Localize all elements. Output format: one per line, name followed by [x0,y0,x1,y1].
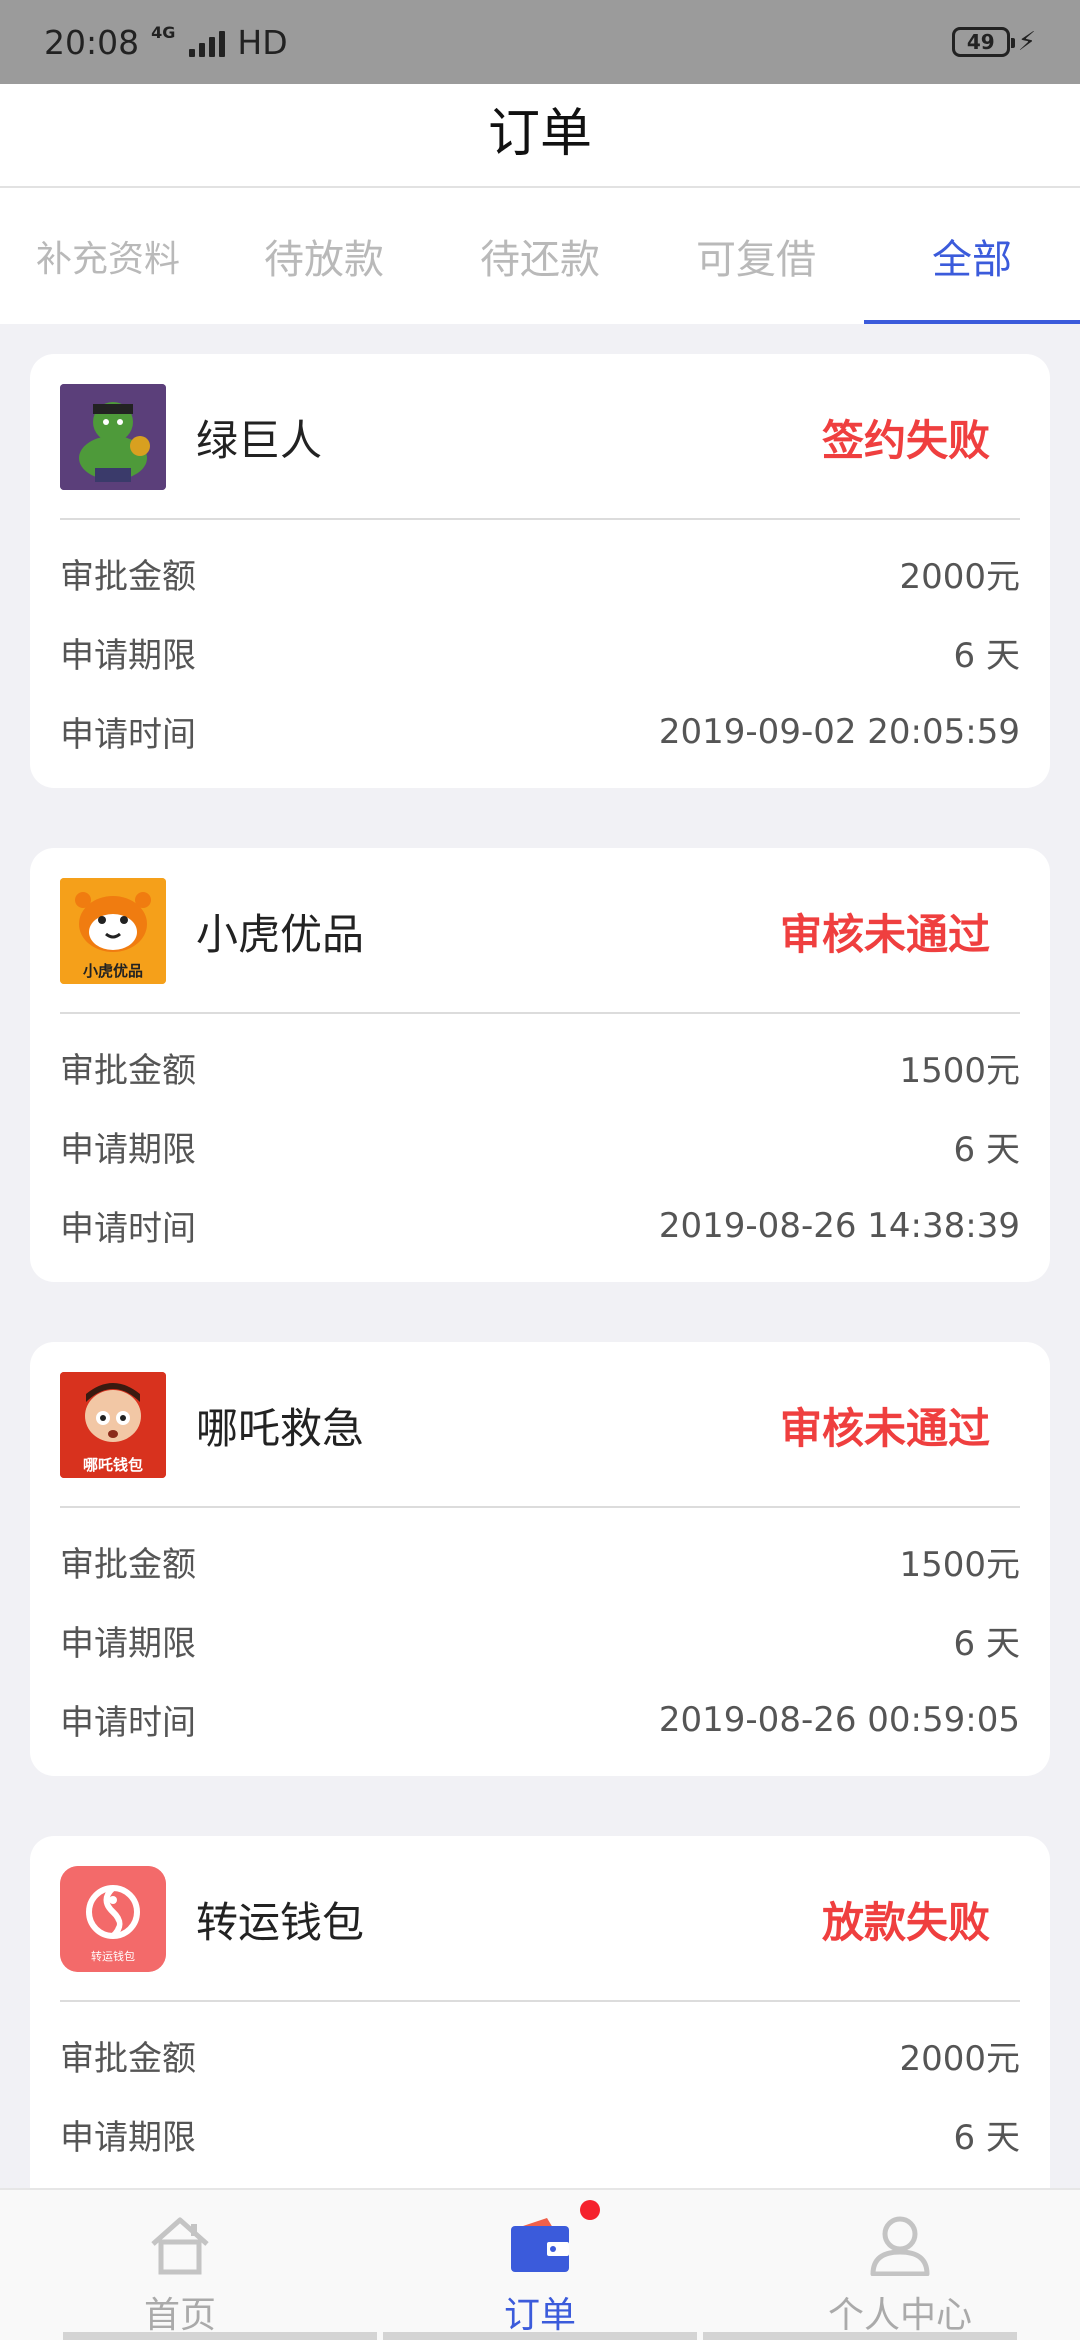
order-status: 签约失败 [821,415,990,465]
tab-reborrow[interactable]: 可复借 [648,188,864,324]
tab-pending-loan[interactable]: 待放款 [216,188,432,324]
nav-label: 订单 [503,2295,576,2336]
time-row: 申请时间 2019-08-26 00:59:05 [60,1680,1020,1759]
row-label: 申请期限 [60,2118,196,2158]
order-status: 审核未通过 [779,1403,990,1453]
amount-row: 审批金额 1500元 [60,1522,1020,1601]
nav-orders[interactable]: 订单 [360,2190,720,2340]
term-row: 申请期限 6 天 [60,613,1020,692]
wallet-icon [507,2210,573,2280]
product-name: 小虎优品 [196,909,365,959]
battery-level: 49 [966,30,995,54]
row-value: 2019-08-26 14:38:39 [658,1205,1020,1246]
amount-row: 审批金额 2000元 [60,534,1020,613]
logo-lettering: 转运钱包 [91,1949,135,1963]
amount-row: 审批金额 2000元 [60,2016,1020,2095]
term-row: 申请期限 6 天 [60,1601,1020,1680]
tab-all[interactable]: 全部 [864,188,1080,324]
order-tabs: 补充资料 待放款 待还款 可复借 全部 [0,188,1080,324]
order-card[interactable]: 绿巨人 签约失败 审批金额 2000元 申请期限 6 天 申请时间 2019-09-0… [30,354,1050,788]
row-label: 申请时间 [60,1703,196,1743]
lucky-wallet-logo-icon: 转运钱包 [60,1866,166,1972]
order-card[interactable]: 哪吒钱包 哪吒救急 审核未通过 审批金额 1500元 申请期限 6 天 申请时间 20… [30,1342,1050,1776]
bottom-nav: 首页 订单 个人中心 [0,2188,1080,2340]
row-value: 1500元 [899,1051,1020,1091]
row-label: 申请期限 [60,1130,196,1170]
row-value: 2000元 [899,2039,1020,2079]
order-status: 审核未通过 [779,909,990,959]
row-label: 申请时间 [60,1209,196,1249]
page-title: 订单 [487,103,592,164]
amount-row: 审批金额 1500元 [60,1028,1020,1107]
logo-lettering: 小虎优品 [83,962,143,980]
row-value: 2000元 [899,557,1020,597]
tiger-logo-icon: 小虎优品 [60,878,166,984]
term-row: 申请期限 6 天 [60,2095,1020,2174]
product-name: 哪吒救急 [196,1403,365,1453]
row-value: 6 天 [953,2118,1020,2158]
row-label: 审批金额 [60,1545,196,1585]
battery-icon: 49 [951,27,1015,57]
nezha-logo-icon: 哪吒钱包 [60,1372,166,1478]
order-card[interactable]: 小虎优品 小虎优品 审核未通过 审批金额 1500元 申请期限 6 天 申请时间 20… [30,848,1050,1282]
notification-dot [580,2200,600,2220]
row-label: 申请期限 [60,1624,196,1664]
order-card-header: 哪吒钱包 哪吒救急 审核未通过 [30,1342,1050,1508]
row-label: 审批金额 [60,1051,196,1091]
network-type: 4G [151,22,176,42]
row-value: 1500元 [899,1545,1020,1585]
nav-label: 首页 [143,2295,216,2336]
row-label: 申请时间 [60,715,196,755]
row-value: 2019-09-02 20:05:59 [658,711,1020,752]
row-label: 申请期限 [60,636,196,676]
tab-supplement[interactable]: 补充资料 [0,188,216,324]
nav-label: 个人中心 [827,2295,972,2336]
order-card-header: 绿巨人 签约失败 [30,354,1050,520]
logo-lettering: 哪吒钱包 [83,1456,143,1474]
time-row: 申请时间 2019-08-26 14:38:39 [60,1186,1020,1265]
status-bar: 20:08 4G HD 49 ⚡ [0,0,1080,84]
order-card[interactable]: 转运钱包 转运钱包 放款失败 审批金额 2000元 申请期限 6 天 [30,1836,1050,2188]
row-value: 6 天 [953,636,1020,676]
tab-pending-repay[interactable]: 待还款 [432,188,648,324]
row-value: 2019-08-26 00:59:05 [658,1699,1020,1740]
nav-home[interactable]: 首页 [0,2190,360,2340]
row-value: 6 天 [953,1624,1020,1664]
term-row: 申请期限 6 天 [60,1107,1020,1186]
hulk-logo-icon [60,384,166,490]
home-icon [147,2210,213,2280]
charging-icon: ⚡ [1017,27,1036,57]
status-time: 20:08 [44,22,140,62]
gesture-bar [0,2332,1080,2340]
product-name: 绿巨人 [196,415,323,465]
row-value: 6 天 [953,1130,1020,1170]
order-status: 放款失败 [821,1897,990,1947]
row-label: 审批金额 [60,2039,196,2079]
order-card-header: 转运钱包 转运钱包 放款失败 [30,1836,1050,2002]
nav-profile[interactable]: 个人中心 [720,2190,1080,2340]
signal-icon [189,27,226,57]
time-row: 申请时间 2019-09-02 20:05:59 [60,692,1020,771]
user-icon [867,2210,933,2280]
row-label: 审批金额 [60,557,196,597]
order-card-header: 小虎优品 小虎优品 审核未通过 [30,848,1050,1014]
product-name: 转运钱包 [196,1897,365,1947]
title-bar: 订单 [0,84,1080,188]
hd-label: HD [237,22,288,62]
